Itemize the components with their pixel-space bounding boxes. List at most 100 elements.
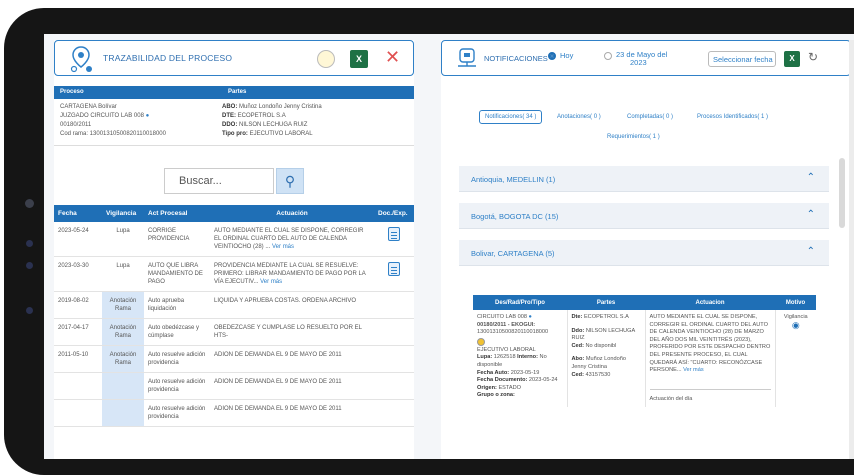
origen-line: Origen: ESTADO: [477, 385, 563, 393]
scrollbar[interactable]: [839, 158, 845, 228]
table-row[interactable]: Auto resuelve adición providencia ADION D…: [54, 372, 414, 400]
vigilancia-column-header[interactable]: Vigilancia: [102, 205, 144, 222]
actuacion-cell: ADION DE DEMANDA EL 9 DE MAYO DE 2011: [210, 399, 374, 427]
doc-cell: [374, 399, 414, 427]
field-key: Fecha Auto:: [477, 369, 510, 376]
partes-column-header[interactable]: Partes: [567, 295, 645, 310]
excel-export-button[interactable]: X: [784, 51, 800, 67]
tab-anotaciones[interactable]: Anotaciones( 0 ): [557, 114, 601, 120]
partes-cell: ABO: Muñoz Londoño Jenny Cristina DTE: E…: [222, 103, 414, 139]
vigilancia-cell: Anotación Rama: [102, 291, 144, 319]
chevron-up-icon[interactable]: ⌃: [807, 172, 815, 183]
table-row[interactable]: 2023-05-24 Lupa CORRIGE PROVIDENCIA AUTO ME…: [54, 222, 414, 257]
actuacion-del-dia-label: Actuación del día: [649, 388, 771, 404]
tab-completadas[interactable]: Completadas( 0 ): [627, 114, 673, 120]
parte-key: DDO:: [222, 122, 238, 128]
fecha-column-header[interactable]: Fecha: [54, 205, 102, 222]
table-row[interactable]: Auto resuelve adición providencia ADION D…: [54, 399, 414, 427]
des-rad-column-header[interactable]: Des/Rad/Pro/Tipo: [473, 295, 567, 310]
radio-hoy[interactable]: Hoy: [548, 51, 573, 60]
actuacion-cell: OBEDEZCASE Y CUMPLASE LO RESUELTO POR EL…: [210, 318, 374, 346]
field-key: Lupa:: [477, 354, 493, 361]
tipo-proceso-text: EJECUTIVO LABORAL: [477, 346, 536, 353]
search-button[interactable]: ⚲: [276, 168, 304, 194]
vigilancia-cell: Anotación Rama: [102, 318, 144, 346]
actuaciones-header-row: Fecha Vigilancia Act Procesal Actuación …: [54, 205, 414, 222]
act-procesal-cell: Auto resuelve adición providencia: [144, 372, 210, 400]
document-icon[interactable]: [388, 227, 400, 241]
ver-mas-link[interactable]: Ver más: [260, 279, 282, 285]
actuaciones-table: Fecha Vigilancia Act Procesal Actuación …: [54, 205, 414, 427]
table-row[interactable]: 2011-05-10 Anotación Rama Auto resuelve ad…: [54, 345, 414, 373]
info-icon[interactable]: ●: [146, 113, 150, 119]
radio-unselected-icon: [604, 52, 612, 60]
refresh-icon[interactable]: ↻: [808, 50, 818, 64]
tab-requerimientos[interactable]: Requerimientos( 1 ): [607, 134, 660, 140]
actuacion-text: PROVIDENCIA MEDIANTE LA CUAL SE RESUELVE…: [214, 263, 366, 285]
tab-notificaciones[interactable]: Notificaciones( 34 ): [479, 110, 543, 124]
dte-line: Dte: ECOPETROL S.A: [572, 314, 641, 322]
document-icon[interactable]: [388, 262, 400, 276]
notification-table: Des/Rad/Pro/Tipo Partes Actuacion Motivo…: [473, 295, 816, 408]
court-text: CIRCUITO LAB 008: [477, 314, 527, 320]
actuacion-cell: ADION DE DEMANDA EL 9 DE MAYO DE 2011: [210, 372, 374, 400]
accordion-cartagena[interactable]: Bolivar, CARTAGENA (5) ⌃: [459, 240, 829, 266]
doc-cell: [374, 318, 414, 346]
eye-icon[interactable]: ◉: [780, 320, 813, 330]
tab-procesos-identificados[interactable]: Procesos Identificados( 1 ): [697, 114, 768, 120]
field-key: Dte:: [571, 314, 583, 320]
process-info-table: Proceso Partes CARTAGENA Bolívar JUZGADO…: [54, 86, 414, 146]
accordion-antioquia[interactable]: Antioquia, MEDELLIN (1) ⌃: [459, 166, 829, 192]
panel-title: TRAZABILIDAD DEL PROCESO: [103, 53, 233, 63]
close-button[interactable]: ✕: [385, 47, 400, 67]
doc-column-header[interactable]: Doc./Exp.: [374, 205, 414, 222]
fecha-doc-line: Fecha Documento: 2023-05-24: [477, 377, 563, 385]
actuacion-column-header[interactable]: Actuación: [210, 205, 374, 222]
doc-cell: [374, 222, 414, 257]
proceso-column-header: Proceso: [60, 89, 84, 95]
notificaciones-header: NOTIFICACIONES Hoy 23 de Mayo del 2023 S…: [441, 40, 851, 76]
actuacion-cell: AUTO MEDIANTE EL CUAL SE DISPONE, CORREG…: [210, 222, 374, 257]
search-input[interactable]: Buscar...: [164, 168, 274, 194]
table-row[interactable]: 2017-04-17 Anotación Rama Auto obedézcase …: [54, 318, 414, 346]
ced-line: Ced: 43157530: [572, 372, 641, 380]
act-procesal-column-header[interactable]: Act Procesal: [144, 205, 210, 222]
court-seal-icon: [477, 337, 485, 346]
ver-mas-link[interactable]: Ver más: [683, 367, 704, 373]
motivo-column-header[interactable]: Motivo: [775, 295, 816, 310]
parte-key: ABO:: [222, 104, 238, 110]
parte-key: DTE:: [222, 113, 236, 119]
field-value: 2023-05-19: [510, 369, 540, 376]
radicado-text: 00180/2011 - EKOGUI:: [477, 321, 536, 328]
proceso-city: CARTAGENA Bolívar: [60, 104, 117, 110]
proceso-cell: CARTAGENA Bolívar JUZGADO CIRCUITO LAB 0…: [54, 103, 222, 139]
court-seal-button[interactable]: [317, 50, 335, 68]
actuacion-column-header[interactable]: Actuacion: [645, 295, 775, 310]
sensor-dot: [26, 240, 33, 247]
process-info-header: Proceso Partes: [54, 86, 414, 99]
sensor-dot: [26, 307, 33, 314]
right-scroll-track[interactable]: [849, 40, 854, 459]
proceso-court-text: JUZGADO CIRCUITO LAB 008: [60, 113, 144, 119]
accordion-bogota[interactable]: Bogotá, BOGOTA DC (15) ⌃: [459, 203, 829, 229]
chevron-up-icon[interactable]: ⌃: [807, 246, 815, 257]
vigilancia-cell: Lupa: [102, 256, 144, 292]
table-row[interactable]: 2023-03-30 Lupa AUTO QUE LIBRA MANDAMIENTO…: [54, 256, 414, 292]
field-key: Grupo o zona:: [477, 392, 515, 399]
proceso-radicado: 00180/2011: [60, 122, 92, 128]
radio-date[interactable]: 23 de Mayo del 2023: [604, 51, 667, 67]
act-procesal-cell: CORRIGE PROVIDENCIA: [144, 222, 210, 257]
accordion-label: Bolivar, CARTAGENA (5): [471, 249, 555, 258]
info-icon[interactable]: ●: [529, 314, 532, 320]
panel-title: NOTIFICACIONES: [484, 54, 548, 63]
select-date-button[interactable]: Seleccionar fecha: [708, 51, 776, 67]
court-line: CIRCUITO LAB 008 ●: [477, 314, 563, 322]
ver-mas-link[interactable]: Ver más: [272, 244, 294, 250]
sensor-dot: [26, 262, 33, 269]
fecha-cell: 2011-05-10: [54, 345, 102, 373]
lupa-line: Lupa: 1262518 Interno: No disponible: [477, 354, 563, 369]
actuacion-cell: LIQUIDA Y APRUEBA COSTAS. ORDENA ARCHIVO: [210, 291, 374, 319]
excel-export-button[interactable]: X: [350, 50, 368, 68]
chevron-up-icon[interactable]: ⌃: [807, 209, 815, 220]
table-row[interactable]: 2019-08-02 Anotación Rama Auto aprueba liq…: [54, 291, 414, 319]
